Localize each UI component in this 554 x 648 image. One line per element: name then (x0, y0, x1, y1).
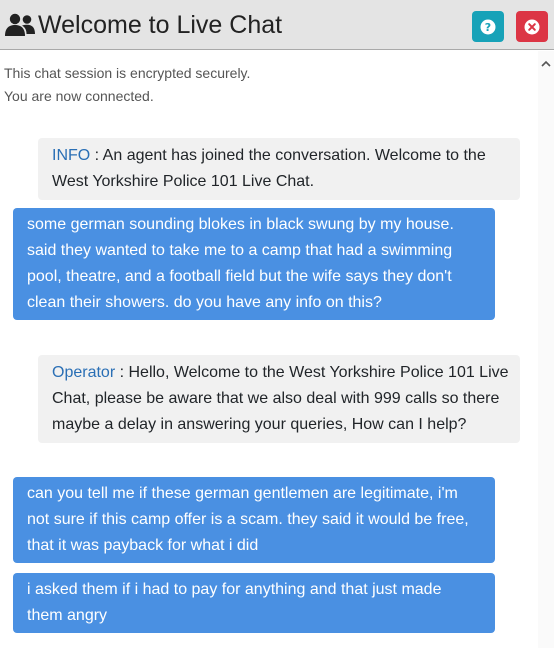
user-message: some german sounding blokes in black swu… (13, 208, 495, 320)
scroll-up-arrow-icon[interactable] (540, 59, 552, 69)
system-message: Operator : Hello, Welcome to the West Yo… (38, 355, 520, 443)
svg-text:?: ? (485, 21, 491, 34)
message-text: An agent has joined the conversation. We… (52, 147, 486, 190)
message-text: i asked them if i had to pay for anythin… (27, 581, 442, 624)
close-circle-icon (524, 19, 540, 34)
sender-separator: : (115, 364, 129, 381)
connected-notice: You are now connected. (4, 88, 154, 104)
user-message: i asked them if i had to pay for anythin… (13, 573, 495, 633)
question-circle-icon: ? (480, 19, 496, 34)
user-message: can you tell me if these german gentleme… (13, 477, 495, 563)
sender-separator: : (90, 147, 103, 164)
message-text: can you tell me if these german gentleme… (27, 485, 469, 554)
message-text: some german sounding blokes in black swu… (27, 216, 454, 311)
system-message: INFO : An agent has joined the conversat… (38, 138, 520, 200)
users-icon (5, 13, 35, 36)
help-button[interactable]: ? (472, 11, 504, 42)
encryption-notice: This chat session is encrypted securely. (4, 65, 251, 81)
chat-scrollbar[interactable] (538, 51, 554, 648)
chat-title: Welcome to Live Chat (38, 11, 283, 39)
chat-header: Welcome to Live Chat ? (0, 0, 554, 50)
sender-name: INFO (52, 147, 91, 164)
connection-status: This chat session is encrypted securely.… (4, 62, 250, 108)
close-chat-button[interactable] (516, 11, 548, 42)
sender-name: Operator (52, 364, 116, 381)
